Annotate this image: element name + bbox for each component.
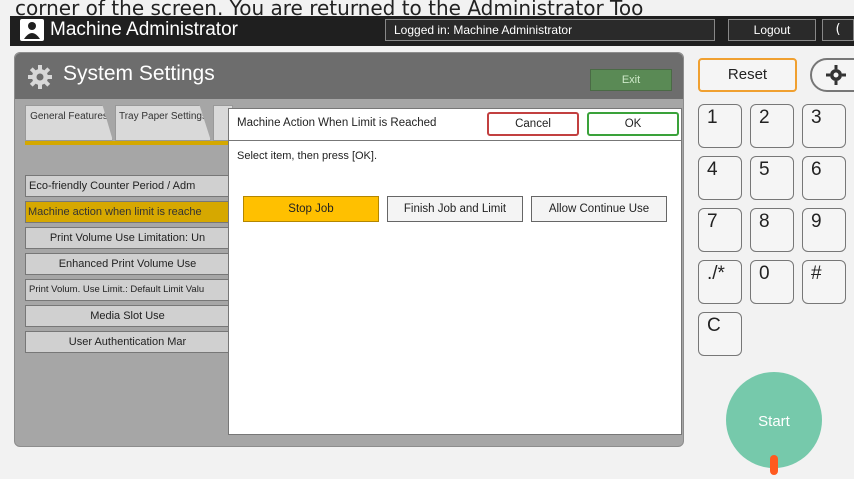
key-0[interactable]: 0 (750, 260, 794, 304)
menu-item-media-slot-use[interactable]: Media Slot Use (25, 305, 230, 327)
dialog-instruction: Select item, then press [OK]. (237, 150, 378, 162)
logged-in-status: Logged in: Machine Administrator (385, 19, 715, 41)
tab-general-features[interactable]: General Features (25, 105, 113, 141)
key-clear[interactable]: C (698, 312, 742, 356)
start-indicator-light (770, 455, 778, 475)
key-dot-star[interactable]: ./* (698, 260, 742, 304)
cancel-button[interactable]: Cancel (487, 112, 579, 136)
key-3[interactable]: 3 (802, 104, 846, 148)
ok-button[interactable]: OK (587, 112, 679, 136)
logout-button[interactable]: Logout (728, 19, 816, 41)
key-6[interactable]: 6 (802, 156, 846, 200)
page-title: System Settings (63, 62, 215, 85)
user-icon (20, 19, 44, 41)
start-button[interactable]: Start (726, 372, 822, 468)
dialog-divider (229, 140, 681, 141)
tab-tray-paper-settings[interactable]: Tray Paper Settings (115, 105, 211, 141)
limit-action-dialog: Machine Action When Limit is Reached Can… (228, 108, 682, 435)
exit-button[interactable]: Exit (590, 69, 672, 91)
tab-underline (25, 141, 230, 145)
option-stop-job[interactable]: Stop Job (243, 196, 379, 222)
gear-icon[interactable] (810, 58, 854, 92)
gear-icon (27, 64, 53, 90)
menu-item-user-authentication[interactable]: User Authentication Mar (25, 331, 230, 353)
admin-title: Machine Administrator (50, 19, 238, 40)
option-finish-job-and-limit[interactable]: Finish Job and Limit (387, 196, 523, 222)
key-2[interactable]: 2 (750, 104, 794, 148)
menu-item-print-volume-limitation[interactable]: Print Volume Use Limitation: Un (25, 227, 230, 249)
reset-button[interactable]: Reset (698, 58, 797, 92)
menu-item-enhanced-print-volume[interactable]: Enhanced Print Volume Use (25, 253, 230, 275)
key-9[interactable]: 9 (802, 208, 846, 252)
option-allow-continue-use[interactable]: Allow Continue Use (531, 196, 667, 222)
key-hash[interactable]: # (802, 260, 846, 304)
top-bar: Machine Administrator Logged in: Machine… (10, 16, 854, 46)
key-4[interactable]: 4 (698, 156, 742, 200)
panel-header: System Settings Exit (15, 53, 683, 99)
key-8[interactable]: 8 (750, 208, 794, 252)
key-5[interactable]: 5 (750, 156, 794, 200)
key-7[interactable]: 7 (698, 208, 742, 252)
key-1[interactable]: 1 (698, 104, 742, 148)
dialog-title: Machine Action When Limit is Reached (237, 117, 437, 129)
menu-item-eco-counter[interactable]: Eco-friendly Counter Period / Adm (25, 175, 230, 197)
moon-icon[interactable]: ( (822, 19, 854, 41)
menu-item-default-limit-value[interactable]: Print Volum. Use Limit.: Default Limit V… (25, 279, 230, 301)
menu-item-machine-action[interactable]: Machine action when limit is reache (25, 201, 230, 223)
